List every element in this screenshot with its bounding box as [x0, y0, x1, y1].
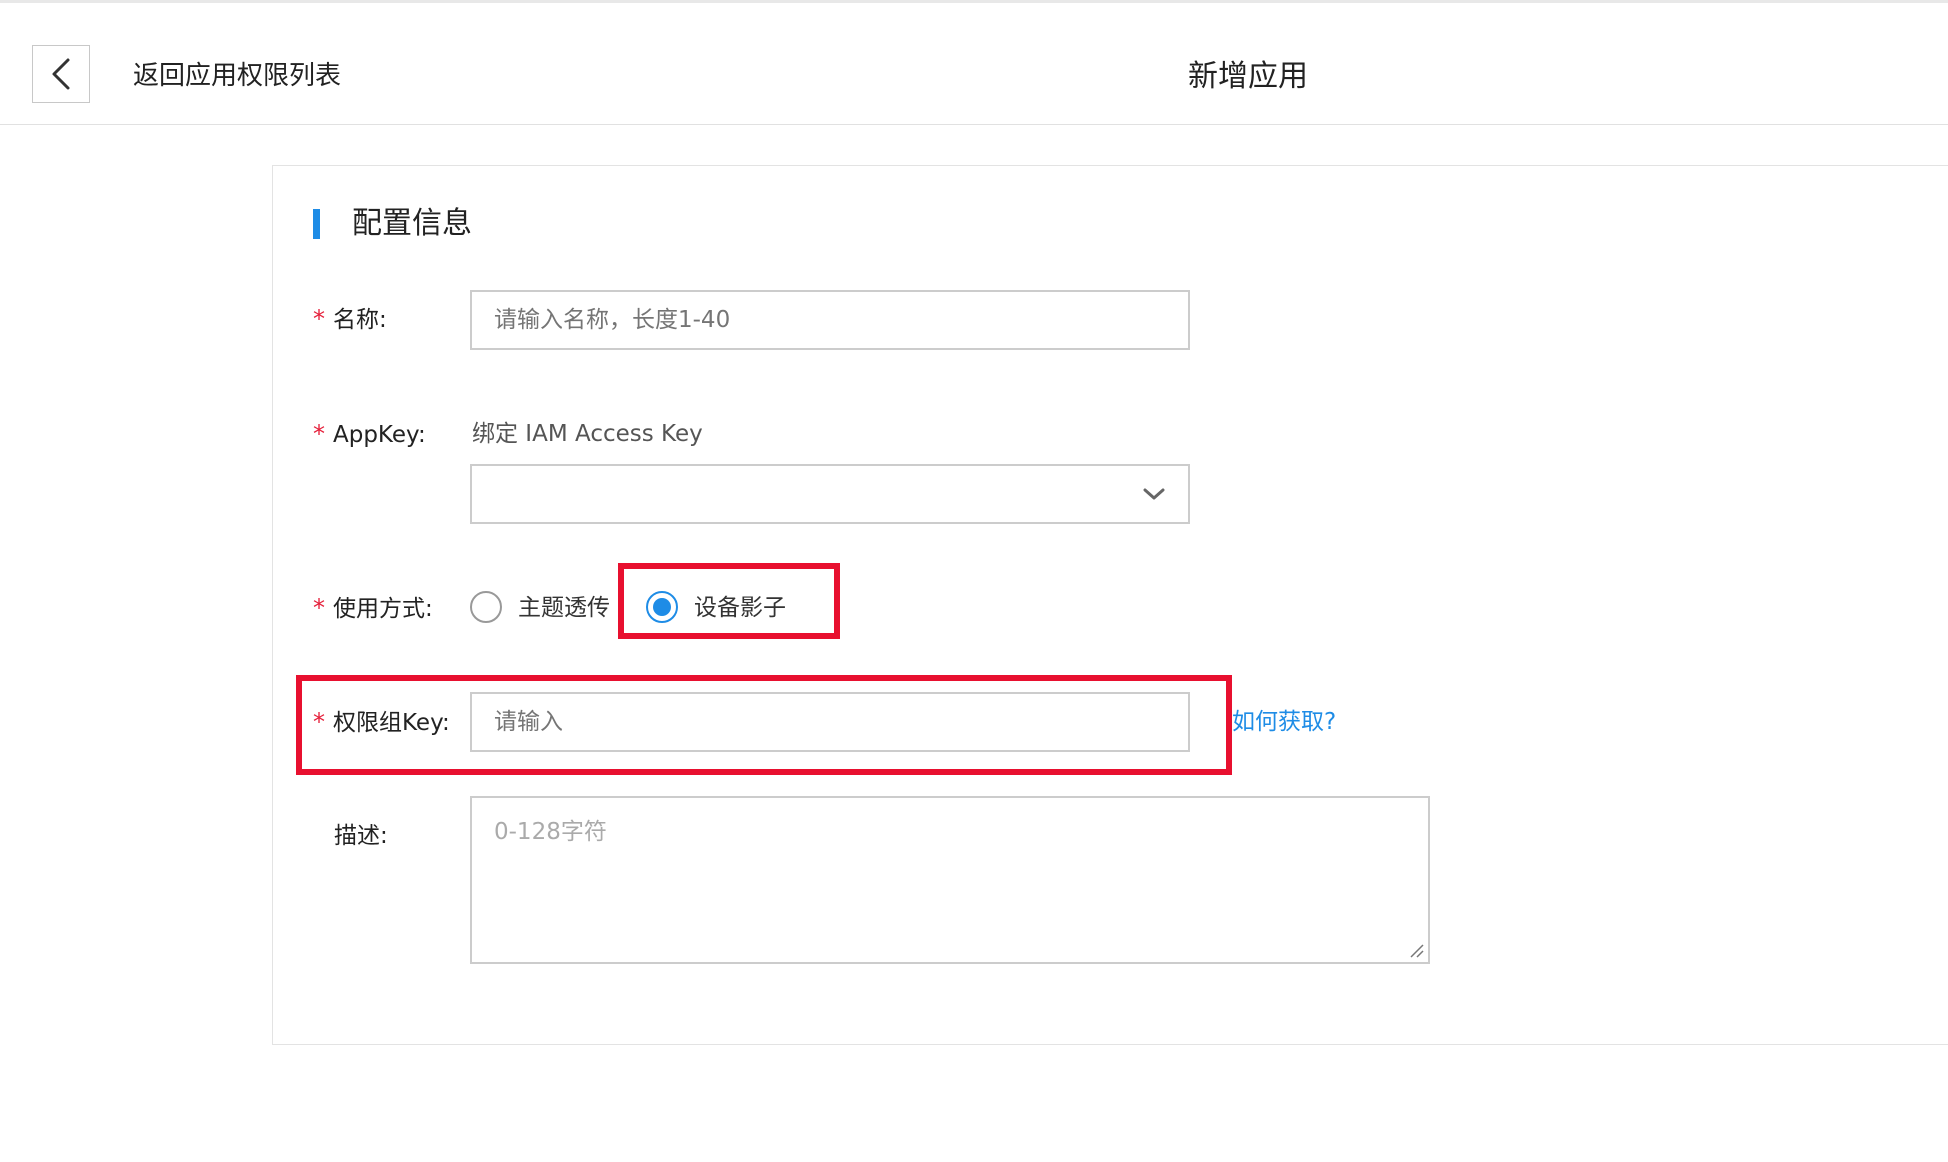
back-button[interactable]: [32, 45, 90, 103]
name-label: * 名称:: [313, 303, 387, 336]
page-title: 新增应用: [1188, 59, 1308, 94]
back-link[interactable]: 返回应用权限列表: [133, 58, 341, 94]
group-key-label: * 权限组Key:: [313, 706, 450, 739]
group-key-input[interactable]: [470, 692, 1190, 752]
appkey-label: * AppKey:: [313, 418, 426, 451]
appkey-label-text: AppKey:: [333, 422, 426, 448]
usage-label: * 使用方式:: [313, 592, 433, 625]
resize-grip-icon[interactable]: [1408, 942, 1424, 958]
description-placeholder: 0-128字符: [494, 819, 607, 845]
description-label: 描述:: [334, 823, 388, 849]
section-accent-bar: [313, 209, 320, 239]
required-mark: *: [313, 420, 325, 448]
radio-topic-passthrough-label[interactable]: 主题透传: [518, 592, 610, 624]
description-textarea[interactable]: 0-128字符: [470, 796, 1430, 964]
how-to-get-link[interactable]: 如何获取?: [1232, 706, 1336, 738]
usage-label-text: 使用方式:: [333, 596, 433, 622]
name-input[interactable]: [470, 290, 1190, 350]
name-label-text: 名称:: [333, 307, 387, 333]
required-mark: *: [313, 305, 325, 333]
section-title: 配置信息: [352, 206, 472, 241]
group-key-label-text: 权限组Key:: [333, 710, 450, 736]
chevron-left-icon: [52, 58, 70, 90]
required-mark: *: [313, 708, 325, 736]
page-header: 返回应用权限列表 新增应用: [0, 3, 1948, 125]
chevron-down-icon: [1143, 488, 1165, 500]
appkey-hint: 绑定 IAM Access Key: [472, 421, 703, 447]
radio-device-shadow-label[interactable]: 设备影子: [694, 592, 786, 624]
radio-topic-passthrough[interactable]: [470, 591, 502, 623]
radio-device-shadow[interactable]: [646, 591, 678, 623]
required-mark: *: [313, 594, 325, 622]
appkey-select[interactable]: [470, 464, 1190, 524]
